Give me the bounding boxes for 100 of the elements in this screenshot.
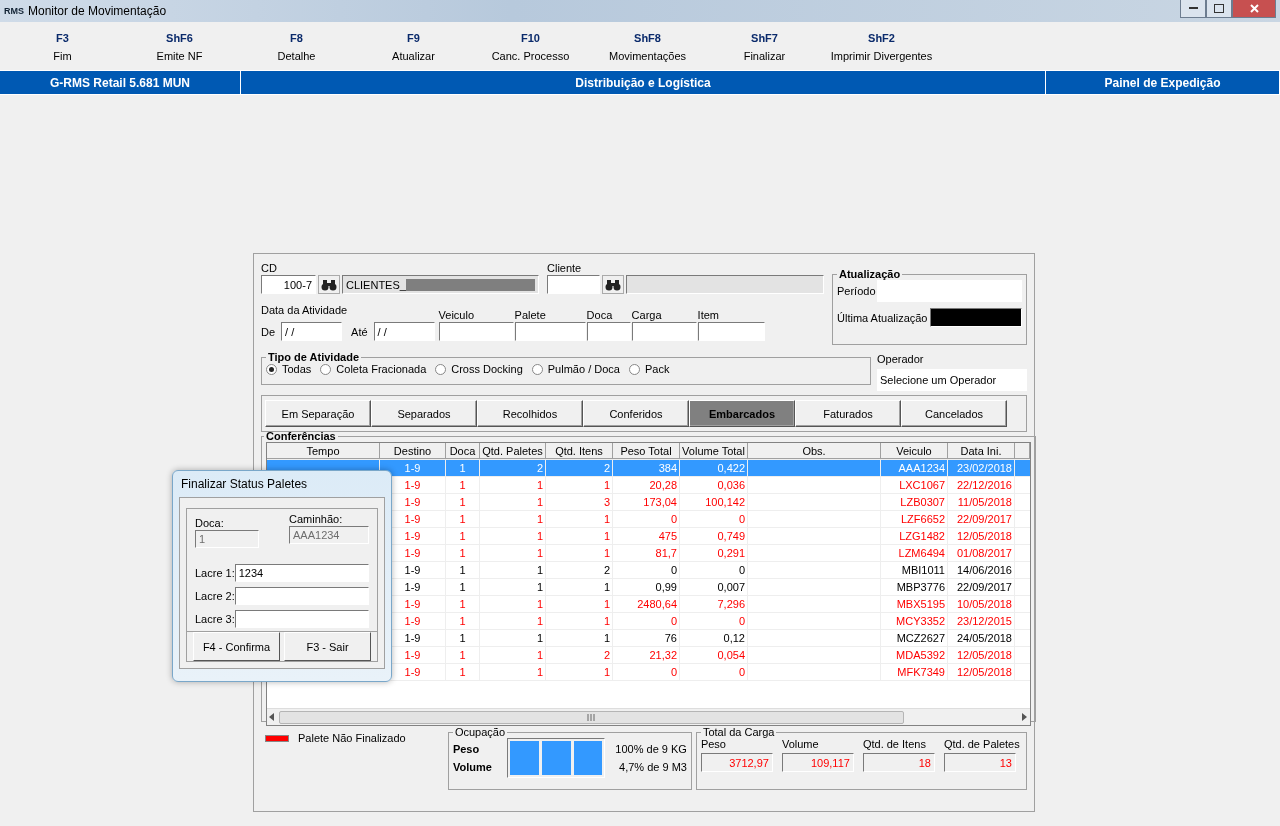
table-cell: 10/05/2018: [948, 596, 1015, 612]
column-header[interactable]: Doca: [446, 443, 480, 459]
table-cell: 12/05/2018: [948, 664, 1015, 680]
status-tab[interactable]: Conferidos: [583, 400, 689, 427]
function-key-button[interactable]: ShF8 Movimentações: [589, 22, 706, 70]
table-cell: 1: [480, 630, 546, 646]
radio-option[interactable]: Cross Docking: [435, 363, 523, 375]
field-label: Peso: [452, 743, 481, 755]
dialog-button[interactable]: F4 - Confirma: [193, 632, 280, 661]
cd-field[interactable]: 100-7: [261, 275, 316, 294]
table-cell: 1: [546, 613, 613, 629]
table-cell: 01/08/2017: [948, 545, 1015, 561]
seal-field[interactable]: 1234: [234, 564, 369, 582]
function-key-button[interactable]: F10 Canc. Processo: [472, 22, 589, 70]
minimize-button[interactable]: [1180, 0, 1206, 18]
filter-field[interactable]: [586, 322, 631, 341]
status-tab[interactable]: Em Separação: [265, 400, 371, 427]
status-tab[interactable]: Cancelados: [901, 400, 1007, 427]
cliente-field[interactable]: [547, 275, 600, 294]
status-tab[interactable]: Recolhidos: [477, 400, 583, 427]
table-cell: 0: [613, 613, 680, 629]
close-icon: [1249, 4, 1259, 13]
table-cell: 2: [546, 562, 613, 578]
column-header[interactable]: Obs.: [748, 443, 881, 459]
table-cell: 20,28: [613, 477, 680, 493]
table-cell: 1: [480, 562, 546, 578]
radio-option[interactable]: Todas: [266, 363, 312, 375]
filter-field[interactable]: [438, 322, 514, 341]
table-cell: 1: [480, 647, 546, 663]
radio-option[interactable]: Pack: [628, 363, 670, 375]
table-cell: MFK7349: [881, 664, 948, 680]
occupancy-reading: 4,7% de 9 M3: [619, 761, 687, 773]
minimize-icon: [1188, 7, 1198, 10]
table-cell: 1: [546, 596, 613, 612]
filter-field[interactable]: [631, 322, 697, 341]
operator-field[interactable]: Selecione um Operador: [877, 369, 1027, 391]
table-cell: 0,054: [680, 647, 748, 663]
table-cell: 21,32: [613, 647, 680, 663]
table-cell: 0,12: [680, 630, 748, 646]
function-key-button[interactable]: F8 Detalhe: [238, 22, 355, 70]
column-header[interactable]: Qtd. Itens: [546, 443, 613, 459]
status-tab[interactable]: Separados: [371, 400, 477, 427]
date-field[interactable]: / /: [373, 322, 435, 341]
table-cell: 0: [613, 664, 680, 680]
total-field: 18: [862, 753, 935, 772]
seal-field[interactable]: [234, 610, 369, 628]
table-cell: 0: [680, 562, 748, 578]
maximize-button[interactable]: [1206, 0, 1232, 18]
table-cell: 1: [546, 511, 613, 527]
column-header[interactable]: Tempo: [267, 443, 380, 459]
column-header[interactable]: Veiculo: [881, 443, 948, 459]
function-key-button[interactable]: ShF6 Emite NF: [121, 22, 238, 70]
search-button[interactable]: [318, 275, 340, 294]
radio-option[interactable]: Pulmão / Doca: [531, 363, 620, 375]
function-key-button[interactable]: ShF2 Imprimir Divergentes: [823, 22, 940, 70]
seal-field[interactable]: [234, 587, 369, 605]
table-cell: LZM6494: [881, 545, 948, 561]
table-cell: 0,036: [680, 477, 748, 493]
scroll-left-icon[interactable]: [269, 713, 275, 721]
table-cell: 1: [546, 579, 613, 595]
table-cell: 1: [446, 596, 480, 612]
function-key-button[interactable]: ShF7 Finalizar: [706, 22, 823, 70]
table-cell: LXC1067: [881, 477, 948, 493]
table-cell: 12/05/2018: [948, 647, 1015, 663]
horizontal-scrollbar[interactable]: [267, 708, 1030, 725]
close-button[interactable]: [1232, 0, 1276, 18]
column-header[interactable]: Data Ini.: [948, 443, 1015, 459]
group-title: Conferências: [265, 430, 337, 442]
table-cell: MBP3776: [881, 579, 948, 595]
column-header[interactable]: Volume Total: [680, 443, 748, 459]
status-tab[interactable]: Embarcados: [689, 400, 795, 427]
table-cell: 1: [480, 596, 546, 612]
field-label: Período: [837, 285, 876, 297]
table-cell: 0,291: [680, 545, 748, 561]
group-title: Tipo de Atividade: [267, 351, 361, 363]
table-cell: 1: [480, 613, 546, 629]
group-title: Total da Carga: [701, 726, 776, 738]
radio-option[interactable]: Coleta Fracionada: [320, 363, 427, 375]
function-key-button[interactable]: F3 Fim: [4, 22, 121, 70]
date-field[interactable]: / /: [281, 322, 343, 341]
table-cell: 1: [446, 494, 480, 510]
table-cell: 22/12/2016: [948, 477, 1015, 493]
dialog-button[interactable]: F3 - Sair: [284, 632, 371, 661]
restore-icon: [1214, 4, 1224, 13]
column-header[interactable]: Destino: [380, 443, 446, 459]
function-key-button[interactable]: F9 Atualizar: [355, 22, 472, 70]
column-header[interactable]: Peso Total: [613, 443, 680, 459]
column-header[interactable]: [1015, 443, 1030, 459]
table-cell: 2: [546, 460, 613, 476]
search-button[interactable]: [602, 275, 624, 294]
scroll-right-icon[interactable]: [1022, 713, 1028, 721]
table-cell: 1: [446, 528, 480, 544]
filter-field[interactable]: [697, 322, 765, 341]
table-cell: 1: [446, 511, 480, 527]
field-label: Cliente: [547, 262, 583, 274]
status-tab[interactable]: Faturados: [795, 400, 901, 427]
table-cell: 384: [613, 460, 680, 476]
filter-field[interactable]: [514, 322, 586, 341]
column-header[interactable]: Qtd. Paletes: [480, 443, 546, 459]
total-field: 13: [943, 753, 1016, 772]
